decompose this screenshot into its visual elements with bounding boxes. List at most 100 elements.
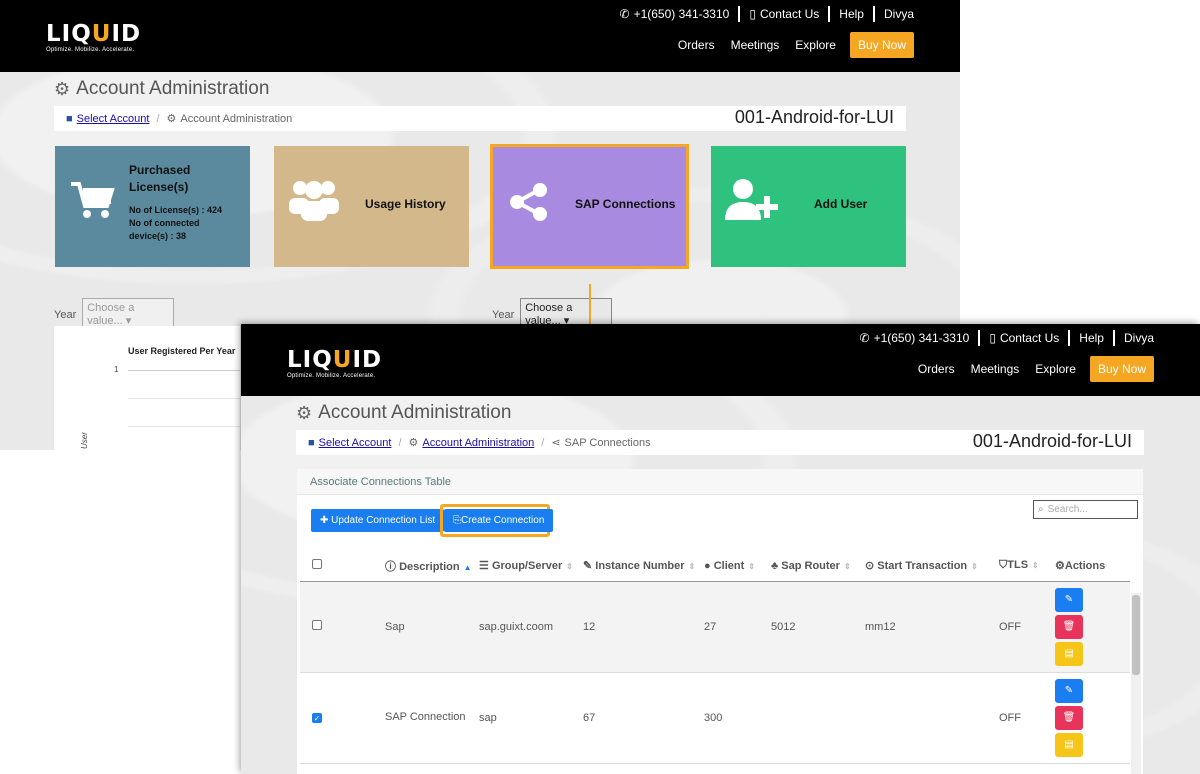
details-button[interactable]: ▤ bbox=[1055, 641, 1083, 666]
edit-button[interactable]: ✎ bbox=[1055, 678, 1083, 703]
share-icon bbox=[507, 180, 551, 227]
delete-button[interactable]: 🗑 bbox=[1055, 705, 1083, 730]
mobile-icon: ▯ bbox=[749, 7, 756, 21]
connections-table: ⓘ Description ▲ ☰ Group/Server ⇕ ✎ Instanc… bbox=[300, 551, 1130, 764]
account-name: 001-Android-for-LUI bbox=[972, 431, 1132, 451]
purchased-licenses-tile[interactable]: Purchased License(s) No of License(s) : … bbox=[55, 146, 250, 267]
top-header: LIQUID Optimize. Mobilize. Accelerate. ✆… bbox=[241, 324, 1200, 396]
contact-link[interactable]: ▯ Contact Us bbox=[749, 7, 819, 21]
nav-meetings[interactable]: Meetings bbox=[971, 362, 1020, 376]
col-tls[interactable]: ⛉TLS ⇕ bbox=[999, 551, 1055, 582]
row-checkbox[interactable]: ✓ bbox=[312, 712, 322, 723]
gears-icon: ⚙ bbox=[54, 78, 71, 99]
gears-icon: ⚙ bbox=[166, 113, 177, 125]
license-count: No of License(s) : 424 bbox=[129, 205, 223, 215]
card-title: Associate Connections Table bbox=[297, 469, 1143, 495]
briefcase-icon: ■ bbox=[308, 436, 315, 449]
nav-explore[interactable]: Explore bbox=[795, 38, 836, 52]
breadcrumb-select-account[interactable]: Select Account bbox=[319, 437, 392, 449]
table-scrollbar[interactable] bbox=[1131, 593, 1141, 774]
col-sap-router[interactable]: ♣ Sap Router ⇕ bbox=[771, 551, 865, 582]
account-name: 001-Android-for-LUI bbox=[734, 107, 894, 127]
help-link[interactable]: Help bbox=[839, 7, 864, 21]
contact-link[interactable]: ▯ Contact Us bbox=[989, 331, 1059, 345]
search-icon: ⌕ bbox=[1038, 504, 1044, 515]
cell-group: sap bbox=[479, 672, 583, 764]
cell-description: Sap bbox=[385, 581, 479, 673]
col-client[interactable]: ● Client ⇕ bbox=[704, 551, 771, 582]
cell-router: 5012 bbox=[771, 581, 865, 673]
year-label: Year bbox=[54, 308, 77, 321]
breadcrumb-select-account[interactable]: Select Account bbox=[77, 113, 150, 125]
connections-card: Associate Connections Table ✚ Update Con… bbox=[297, 469, 1143, 774]
liquid-logo: LIQUID Optimize. Mobilize. Accelerate. bbox=[46, 21, 142, 53]
update-connection-list-button[interactable]: ✚ Update Connection List bbox=[311, 509, 445, 532]
phone-icon: ✆ bbox=[619, 7, 630, 21]
user-menu[interactable]: Divya bbox=[1124, 331, 1154, 345]
top-header: LIQUID Optimize. Mobilize. Accelerate. ✆… bbox=[0, 0, 960, 72]
mobile-icon: ▯ bbox=[989, 331, 996, 345]
phone-link[interactable]: ✆ +1(650) 341-3310 bbox=[860, 331, 970, 345]
briefcase-icon: ■ bbox=[66, 112, 73, 125]
row-checkbox[interactable] bbox=[312, 620, 322, 630]
buy-now-button[interactable]: Buy Now bbox=[1089, 356, 1154, 382]
wrench-icon: ✎ bbox=[583, 560, 593, 573]
nav-explore[interactable]: Explore bbox=[1035, 362, 1076, 376]
cell-tls: OFF bbox=[999, 672, 1055, 764]
table-row: ✓ SAP Connection sap 67 300 OFF ✎ 🗑 ▤ bbox=[300, 672, 1130, 764]
phone-link[interactable]: ✆ +1(650) 341-3310 bbox=[620, 7, 730, 21]
play-icon: ⊙ bbox=[865, 560, 875, 573]
cell-router bbox=[771, 672, 865, 764]
buy-now-button[interactable]: Buy Now bbox=[849, 32, 914, 58]
add-user-icon bbox=[725, 178, 781, 225]
add-user-tile[interactable]: Add User bbox=[711, 146, 906, 267]
cell-description: SAP Connection bbox=[385, 672, 479, 764]
gears-icon: ⚙ bbox=[408, 437, 419, 449]
server-icon: ☰ bbox=[479, 560, 489, 573]
search-input[interactable]: ⌕ Search... bbox=[1033, 500, 1138, 519]
users-group-icon bbox=[288, 176, 340, 225]
col-actions: ⚙Actions bbox=[1055, 551, 1130, 582]
nav-orders[interactable]: Orders bbox=[918, 362, 955, 376]
col-group-server[interactable]: ☰ Group/Server ⇕ bbox=[479, 551, 583, 582]
cart-icon bbox=[69, 180, 115, 223]
breadcrumb-account-admin[interactable]: Account Administration bbox=[422, 437, 534, 449]
cell-tls: OFF bbox=[999, 581, 1055, 673]
device-count: No of connected device(s) : 38 bbox=[129, 218, 200, 241]
breadcrumb-current: Account Administration bbox=[180, 112, 293, 125]
tile-title: Add User bbox=[814, 197, 868, 211]
cell-transaction: mm12 bbox=[865, 581, 999, 673]
help-link[interactable]: Help bbox=[1079, 331, 1104, 345]
gears-icon: ⚙ bbox=[296, 402, 313, 423]
create-connection-button[interactable]: ⎘Create Connection bbox=[444, 509, 554, 532]
breadcrumb: ■ Select Account / ⚙ Account Administrat… bbox=[296, 430, 1144, 455]
cell-transaction bbox=[865, 672, 999, 764]
liquid-logo: LIQUID Optimize. Mobilize. Accelerate. bbox=[287, 347, 383, 379]
delete-button[interactable]: 🗑 bbox=[1055, 614, 1083, 639]
cell-client: 300 bbox=[704, 672, 771, 764]
tile-title: Usage History bbox=[365, 197, 446, 211]
tile-title: Purchased License(s) bbox=[129, 163, 191, 194]
usage-history-tile[interactable]: Usage History bbox=[274, 146, 469, 267]
shield-icon: ⛉ bbox=[999, 559, 1008, 572]
page-title: ⚙ Account Administration bbox=[296, 402, 512, 423]
users-chart: User Registered Per Year 1 User bbox=[54, 326, 240, 450]
details-button[interactable]: ▤ bbox=[1055, 732, 1083, 757]
cell-client: 27 bbox=[704, 581, 771, 673]
select-all-checkbox[interactable] bbox=[312, 559, 322, 570]
nav-orders[interactable]: Orders bbox=[678, 38, 715, 52]
cell-group: sap.guixt.coom bbox=[479, 581, 583, 673]
info-icon: ⓘ bbox=[385, 560, 396, 573]
table-row: Sap sap.guixt.coom 12 27 5012 mm12 OFF ✎… bbox=[300, 581, 1130, 673]
user-menu[interactable]: Divya bbox=[884, 7, 914, 21]
col-start-transaction[interactable]: ⊙ Start Transaction ⇕ bbox=[865, 551, 999, 582]
col-description[interactable]: ⓘ Description ▲ bbox=[385, 551, 479, 582]
nav-meetings[interactable]: Meetings bbox=[731, 38, 780, 52]
share-icon: ⋖ bbox=[551, 437, 561, 449]
col-instance-number[interactable]: ✎ Instance Number ⇕ bbox=[583, 551, 704, 582]
cog-icon: ⚙ bbox=[1055, 560, 1065, 573]
sap-connections-tile[interactable]: SAP Connections bbox=[490, 144, 689, 269]
cell-instance: 67 bbox=[583, 672, 704, 764]
chart-title: User Registered Per Year bbox=[128, 346, 236, 356]
edit-button[interactable]: ✎ bbox=[1055, 587, 1083, 612]
